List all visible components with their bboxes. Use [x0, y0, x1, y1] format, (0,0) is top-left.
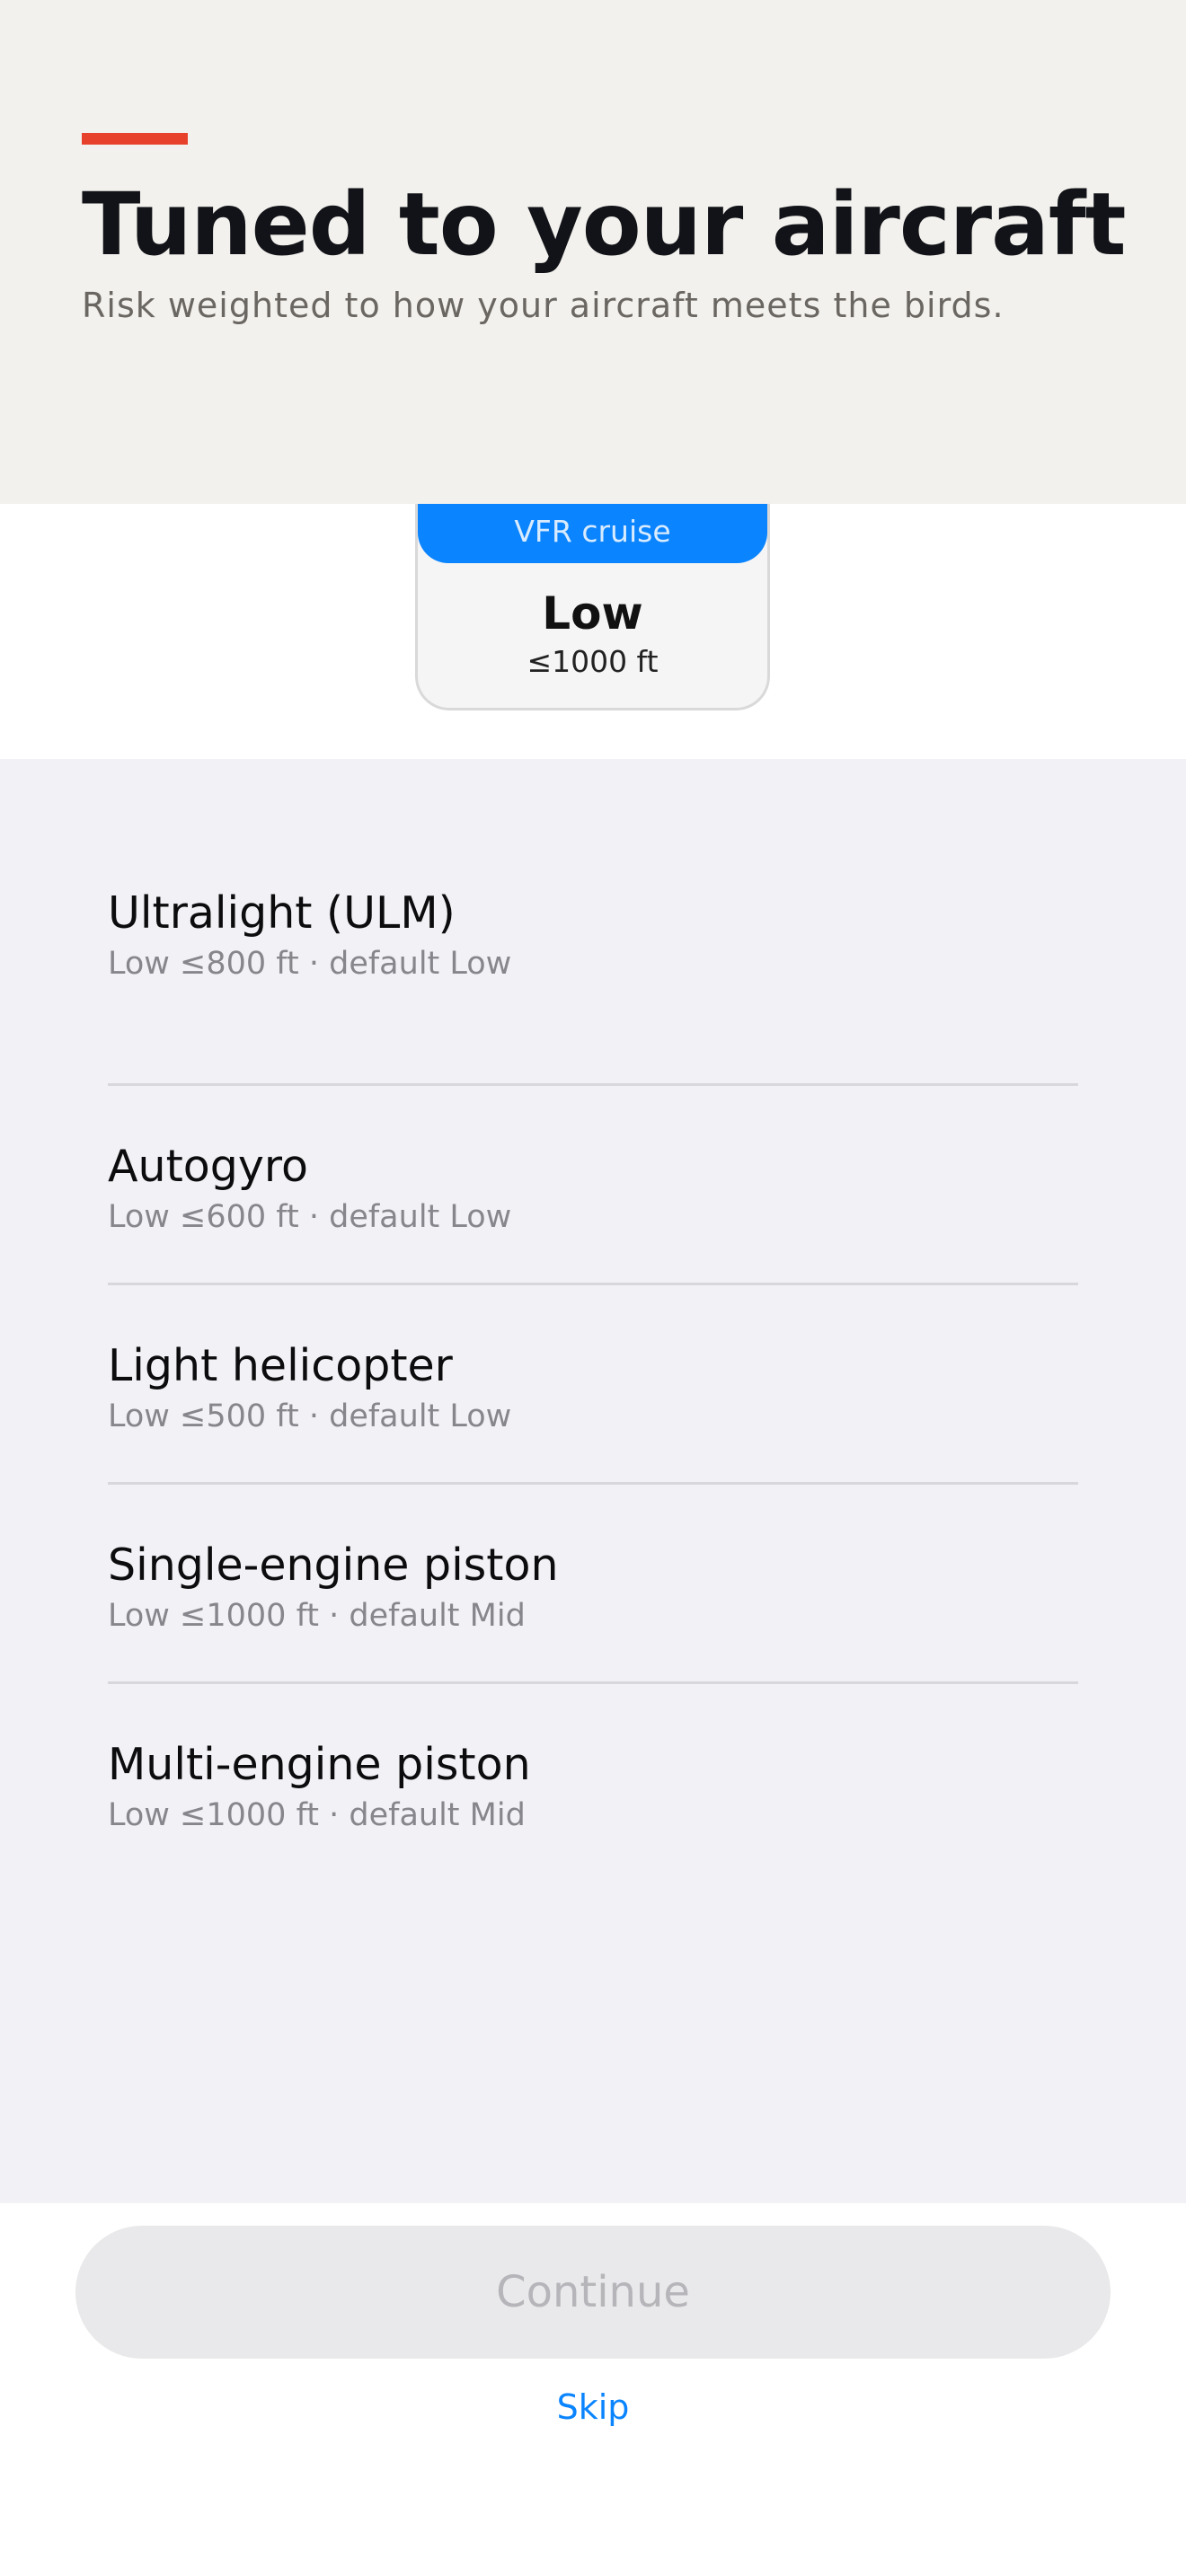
aircraft-detail: Low ≤1000 ft · default Mid: [108, 1797, 526, 1833]
aircraft-name: Light helicopter: [108, 1340, 453, 1391]
onboarding-screen: Tuned to your aircraft Risk weighted to …: [0, 0, 1186, 2576]
aircraft-name: Ultralight (ULM): [108, 887, 456, 939]
aircraft-name: Multi-engine piston: [108, 1739, 531, 1790]
aircraft-name: Autogyro: [108, 1141, 308, 1192]
aircraft-option-single-engine-piston[interactable]: Single-engine piston Low ≤1000 ft · defa…: [108, 1485, 1078, 1684]
aircraft-detail: Low ≤600 ft · default Low: [108, 1199, 512, 1235]
aircraft-option-light-helicopter[interactable]: Light helicopter Low ≤500 ft · default L…: [108, 1285, 1078, 1485]
page-subtitle: Risk weighted to how your aircraft meets…: [82, 286, 1005, 325]
aircraft-option-ultralight[interactable]: Ultralight (ULM) Low ≤800 ft · default L…: [108, 887, 1078, 1086]
accent-bar: [82, 133, 188, 145]
aircraft-list-area: Ultralight (ULM) Low ≤800 ft · default L…: [0, 759, 1186, 2203]
altitude-chip-label: VFR cruise: [514, 514, 671, 549]
aircraft-list: Ultralight (ULM) Low ≤800 ft · default L…: [108, 887, 1078, 1883]
page-title: Tuned to your aircraft: [82, 174, 1126, 275]
aircraft-detail: Low ≤500 ft · default Low: [108, 1398, 512, 1434]
header: Tuned to your aircraft Risk weighted to …: [0, 0, 1186, 504]
aircraft-option-autogyro[interactable]: Autogyro Low ≤600 ft · default Low: [108, 1086, 1078, 1285]
altitude-card[interactable]: VFR cruise Low ≤1000 ft: [415, 504, 770, 710]
aircraft-detail: Low ≤800 ft · default Low: [108, 946, 512, 982]
aircraft-name: Single-engine piston: [108, 1539, 559, 1591]
altitude-range: ≤1000 ft: [527, 644, 659, 679]
continue-button[interactable]: Continue: [75, 2226, 1111, 2359]
aircraft-detail: Low ≤1000 ft · default Mid: [108, 1598, 526, 1634]
skip-link[interactable]: Skip: [0, 2386, 1186, 2429]
altitude-level: Low: [542, 587, 643, 640]
aircraft-option-multi-engine-piston[interactable]: Multi-engine piston Low ≤1000 ft · defau…: [108, 1684, 1078, 1883]
altitude-chip: VFR cruise: [418, 504, 767, 563]
